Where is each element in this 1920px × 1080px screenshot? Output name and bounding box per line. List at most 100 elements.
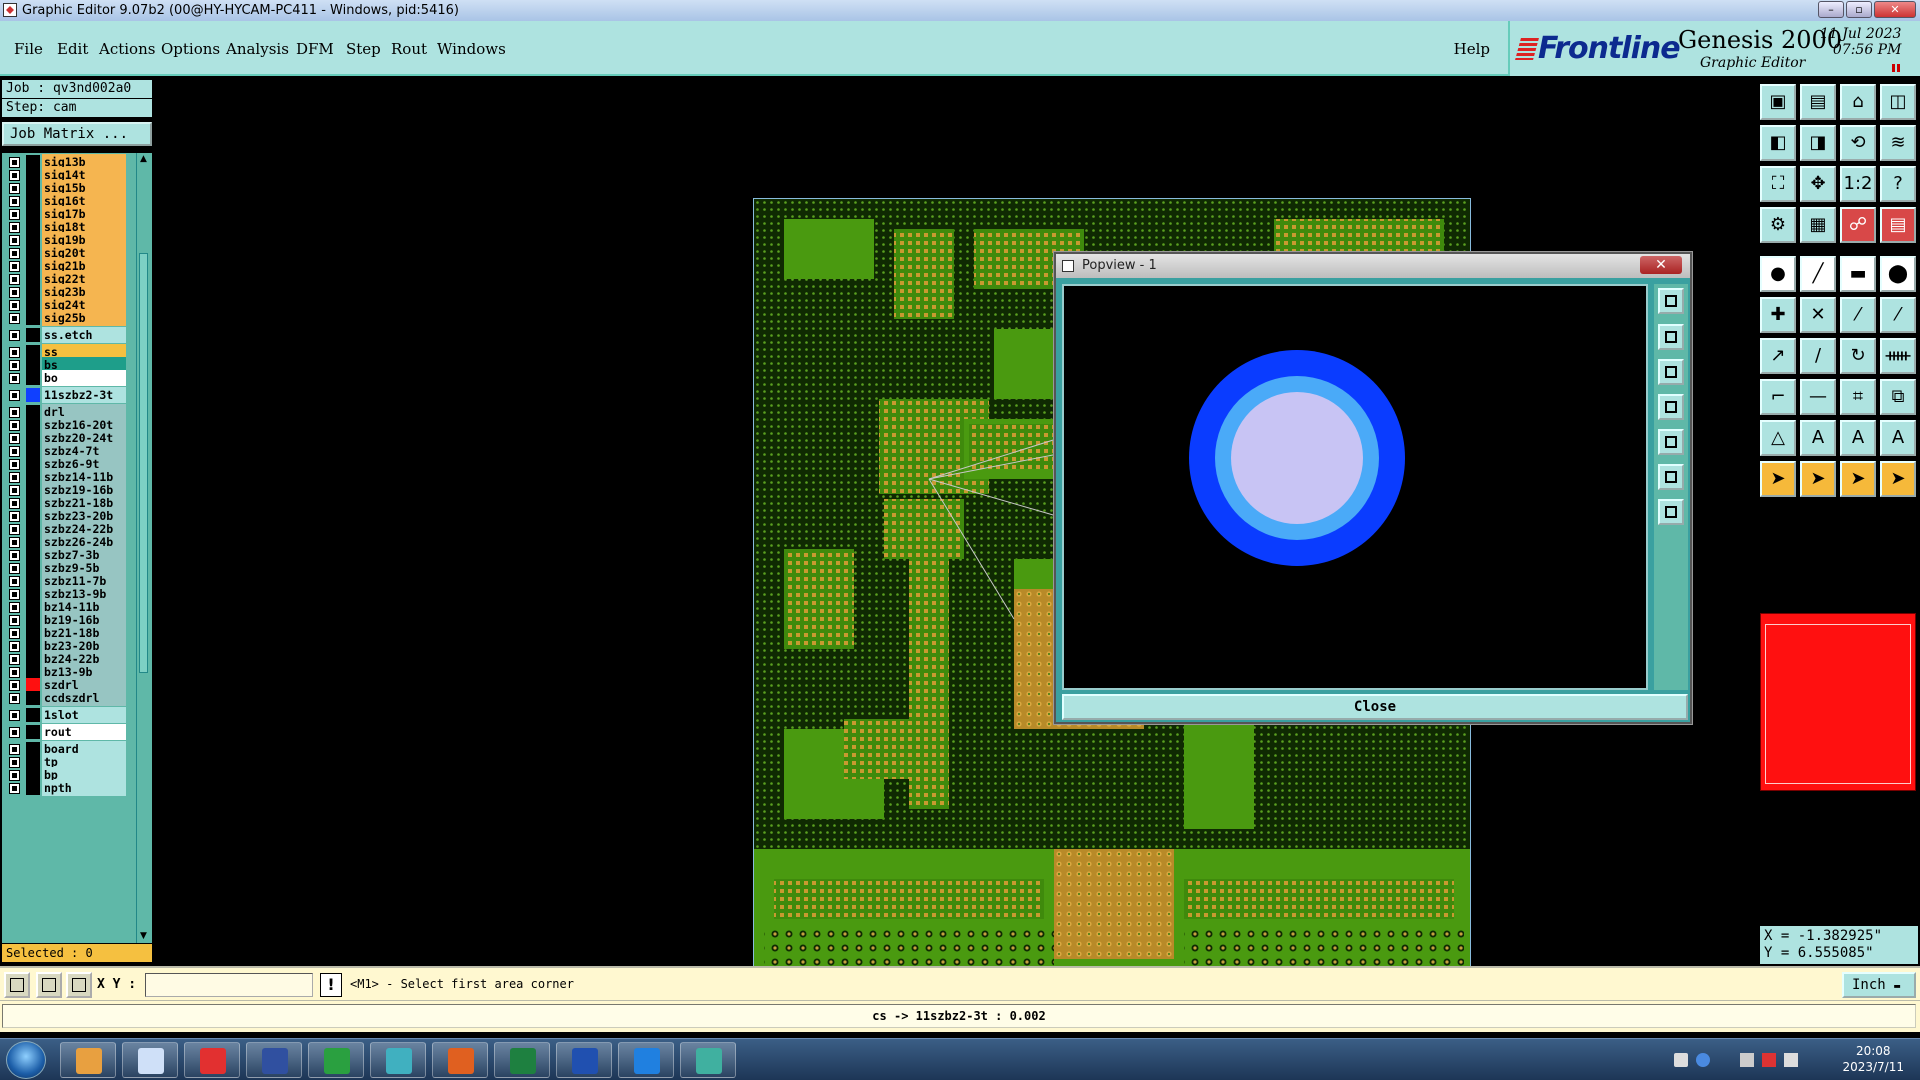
menu-dfm[interactable]: DFM: [296, 40, 334, 58]
menu-step[interactable]: Step: [346, 40, 381, 58]
layer-row-ss.etch[interactable]: ss.etch: [2, 327, 128, 343]
clock[interactable]: 20:08 2023/7/11: [1842, 1043, 1904, 1075]
taskbar-shell-app-icon[interactable]: [60, 1042, 116, 1078]
layer-row-1slot[interactable]: 1slot: [2, 707, 128, 723]
draw-line-icon[interactable]: ⁄: [1880, 297, 1916, 333]
step-up-icon[interactable]: ▣: [1760, 84, 1796, 120]
popview-pan-left-icon[interactable]: [1658, 394, 1684, 420]
xy-input[interactable]: [145, 973, 313, 997]
arc-icon[interactable]: ↻: [1840, 338, 1876, 374]
menu-file[interactable]: File: [14, 40, 43, 58]
taskbar-garena-icon[interactable]: [184, 1042, 240, 1078]
close-button[interactable]: ✕: [1874, 1, 1916, 18]
layer-color-swatch[interactable]: [26, 691, 40, 705]
taskbar-word-icon[interactable]: [556, 1042, 612, 1078]
taskbar-eye-app-icon[interactable]: [370, 1042, 426, 1078]
layer-checkbox[interactable]: [9, 373, 20, 384]
layer-row-sig25b[interactable]: sig25b: [2, 310, 128, 326]
layer-checkbox[interactable]: [9, 710, 20, 721]
scrollbar-thumb[interactable]: [139, 253, 148, 673]
layer-color-swatch[interactable]: [26, 388, 40, 402]
net-icon[interactable]: ☍: [1840, 207, 1876, 243]
help-icon[interactable]: ?: [1880, 166, 1916, 202]
popview-close-icon[interactable]: ✕: [1640, 256, 1682, 274]
menu-options[interactable]: Options: [161, 40, 220, 58]
layer-checkbox[interactable]: [9, 783, 20, 794]
layer-name[interactable]: bo: [42, 370, 126, 386]
text-icon[interactable]: ᚔ: [1880, 338, 1916, 374]
popview-zoom-in-icon[interactable]: [1658, 499, 1684, 525]
flag-icon[interactable]: [1762, 1053, 1776, 1067]
restore-button[interactable]: ▫: [1846, 1, 1872, 18]
layer-name[interactable]: 1slot: [42, 707, 126, 723]
layer-icon[interactable]: ▤: [1880, 207, 1916, 243]
pan-left-icon[interactable]: ◧: [1760, 125, 1796, 161]
layer-name[interactable]: ss.etch: [42, 327, 126, 343]
keyboard-icon[interactable]: [1674, 1053, 1688, 1067]
layout-icon[interactable]: ◫: [1880, 84, 1916, 120]
job-matrix-button[interactable]: Job Matrix ...: [2, 122, 152, 146]
layer-checkbox[interactable]: [9, 727, 20, 738]
ratio-icon[interactable]: 1:2: [1840, 166, 1876, 202]
cross-icon[interactable]: ✕: [1800, 297, 1836, 333]
zoom-fit-icon[interactable]: ✥: [1800, 166, 1836, 202]
text-b-icon[interactable]: A: [1840, 420, 1876, 456]
grid-icon[interactable]: ▦: [1800, 207, 1836, 243]
menu-edit[interactable]: Edit: [57, 40, 88, 58]
text-a-icon[interactable]: A: [1800, 420, 1836, 456]
popview-screen[interactable]: [1062, 284, 1648, 690]
step-down-icon[interactable]: ▤: [1800, 84, 1836, 120]
popview-zoom-out-icon[interactable]: [1658, 464, 1684, 490]
flip-icon[interactable]: ⟲: [1840, 125, 1876, 161]
layer-row-rout[interactable]: rout: [2, 724, 128, 740]
layer-checkbox[interactable]: [9, 693, 20, 704]
select-icon[interactable]: ➤: [1760, 461, 1796, 497]
select-box-icon[interactable]: ➤: [1800, 461, 1836, 497]
popview-pan-right-icon[interactable]: [1658, 429, 1684, 455]
connect-icon[interactable]: ✚: [1760, 297, 1796, 333]
menu-rout[interactable]: Rout: [391, 40, 427, 58]
taskbar-arrow-app-icon[interactable]: [618, 1042, 674, 1078]
exclamation-button[interactable]: !: [320, 973, 342, 997]
layer-row-11szbz2-3t[interactable]: 11szbz2-3t: [2, 387, 128, 403]
layer-checkbox[interactable]: [9, 330, 20, 341]
start-button[interactable]: [6, 1041, 46, 1079]
popview-pan-down-icon[interactable]: [1658, 359, 1684, 385]
layer-checkbox[interactable]: [9, 390, 20, 401]
layer-name[interactable]: sig25b: [42, 310, 126, 326]
layer-name[interactable]: rout: [42, 724, 126, 740]
minimize-button[interactable]: –: [1818, 1, 1844, 18]
grid-icon[interactable]: [66, 972, 92, 998]
scroll-down-icon[interactable]: ▼: [138, 931, 149, 942]
menu-windows[interactable]: Windows: [437, 40, 506, 58]
layer-row-npth[interactable]: npth: [2, 780, 128, 796]
route-icon[interactable]: ≋: [1880, 125, 1916, 161]
layer-name[interactable]: ccdszdrl: [42, 690, 126, 706]
frame-icon[interactable]: ⌗: [1840, 379, 1876, 415]
taskbar-notepad-icon[interactable]: [122, 1042, 178, 1078]
layer-color-swatch[interactable]: [26, 371, 40, 385]
layer-checkbox[interactable]: [9, 313, 20, 324]
layer-name[interactable]: 11szbz2-3t: [42, 387, 126, 403]
draw-pad-icon[interactable]: ⁄: [1840, 297, 1876, 333]
measure-icon[interactable]: ⌐: [1760, 379, 1796, 415]
camera-icon[interactable]: ●: [1760, 256, 1796, 292]
layer-name[interactable]: npth: [42, 780, 126, 796]
copy-icon[interactable]: ⧉: [1880, 379, 1916, 415]
taskbar-pitstop-icon[interactable]: [308, 1042, 364, 1078]
taskbar-cross-app-icon[interactable]: [432, 1042, 488, 1078]
layer-row-ccdszdrl[interactable]: ccdszdrl: [2, 690, 128, 706]
layer-color-swatch[interactable]: [26, 781, 40, 795]
select-net-icon[interactable]: ➤: [1880, 461, 1916, 497]
popview-close-button[interactable]: Close: [1062, 694, 1688, 720]
fit-screen-icon[interactable]: ⛶: [1760, 166, 1796, 202]
layer-color-swatch[interactable]: [26, 311, 40, 325]
units-selector[interactable]: Inch ▬: [1842, 972, 1916, 998]
triangle-icon[interactable]: △: [1760, 420, 1796, 456]
text-c-icon[interactable]: A: [1880, 420, 1916, 456]
layer-color-swatch[interactable]: [26, 725, 40, 739]
help-icon[interactable]: [1696, 1053, 1710, 1067]
ruler-icon[interactable]: ▬: [1840, 256, 1876, 292]
angle-icon[interactable]: ↗: [1760, 338, 1796, 374]
volume-icon[interactable]: [1784, 1053, 1798, 1067]
